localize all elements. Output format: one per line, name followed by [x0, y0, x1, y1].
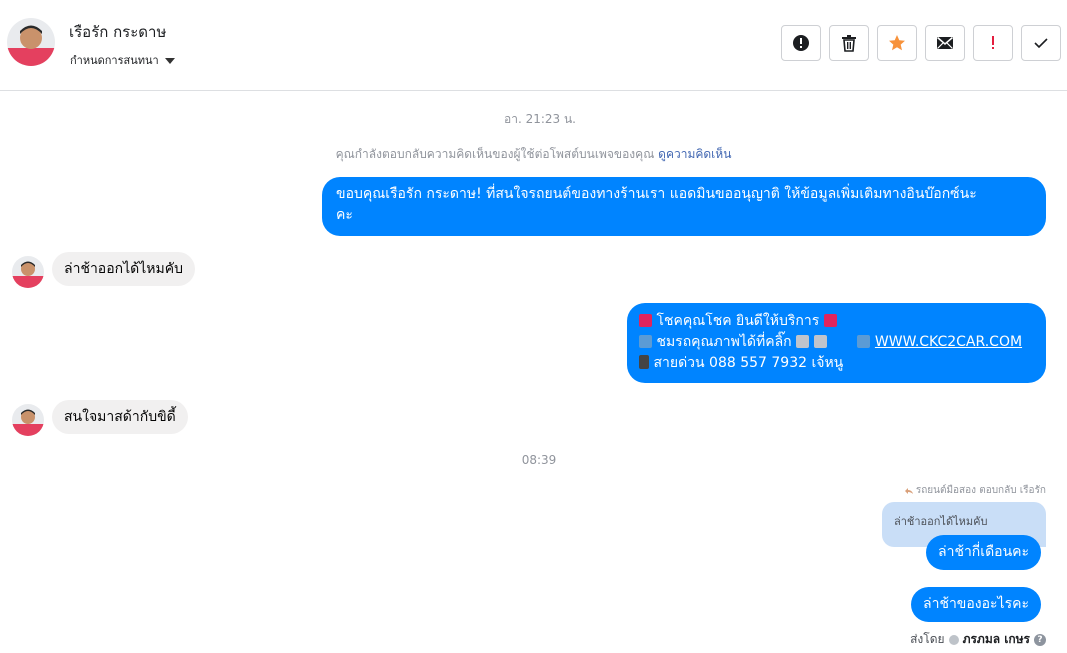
- message-bubble-outgoing[interactable]: ขอบคุณเรือรัก กระดาษ! ที่สนใจรถยนต์ของทา…: [322, 177, 1046, 236]
- message-bubble-incoming[interactable]: ล่าช้าออกได้ไหมคับ: [52, 252, 195, 286]
- message-bubble-incoming[interactable]: สนใจมาสด้ากับขิดี้: [52, 400, 188, 434]
- red-frame-emoji-icon: [823, 314, 837, 327]
- reply-arrow-icon: [904, 487, 913, 494]
- alert-circle-icon: [793, 35, 809, 51]
- message-text: สายด่วน 088 557 7932 เจ้หนู: [653, 355, 844, 371]
- down-arrow-emoji-icon: [813, 335, 827, 348]
- conversation-header: เรือรัก กระดาษ กำหนดการสนทนา: [0, 0, 1067, 91]
- envelope-icon: [937, 36, 953, 49]
- message-line: สายด่วน 088 557 7932 เจ้หนู: [639, 353, 1034, 374]
- reply-context-text: รถยนต์มือสอง ตอบกลับ เรือรัก: [915, 485, 1046, 496]
- sent-by-name: ภรภมล เกษร: [962, 632, 1030, 646]
- message-line: ชมรถคุณภาพได้ที่คลิ๊ก WWW.CKC2CAR.COM: [639, 332, 1034, 353]
- header-actions: [781, 25, 1061, 61]
- view-comment-link[interactable]: ดูความคิดเห็น: [658, 147, 731, 161]
- star-button[interactable]: [877, 25, 917, 61]
- contact-avatar-small[interactable]: [12, 256, 44, 288]
- message-bubble-outgoing[interactable]: ล่าช้ากี่เดือนคะ: [926, 535, 1042, 570]
- delete-button[interactable]: [829, 25, 869, 61]
- sent-by-info: ส่งโดย ภรภมล เกษร ?: [910, 630, 1046, 649]
- message-text: ล่าช้ากี่เดือนคะ: [938, 544, 1030, 560]
- star-icon: [889, 35, 905, 51]
- conversation-settings-dropdown[interactable]: กำหนดการสนทนา: [70, 51, 175, 69]
- conversation-settings-label: กำหนดการสนทนา: [70, 54, 159, 67]
- contact-avatar-small[interactable]: [12, 404, 44, 436]
- red-frame-emoji-icon: [639, 314, 652, 327]
- website-link[interactable]: WWW.CKC2CAR.COM: [875, 334, 1022, 350]
- message-bubble-outgoing[interactable]: โชคคุณโชค ยินดีให้บริการ ชมรถคุณภาพได้ที…: [627, 303, 1046, 383]
- contact-name[interactable]: เรือรัก กระดาษ: [69, 20, 166, 44]
- contact-avatar[interactable]: [7, 18, 55, 66]
- trash-icon: [842, 35, 856, 52]
- message-bubble-outgoing[interactable]: ล่าช้าของอะไรคะ: [911, 587, 1041, 622]
- message-text: ล่าช้าออกได้ไหมคับ: [64, 261, 183, 277]
- report-button[interactable]: [781, 25, 821, 61]
- mark-unread-button[interactable]: [925, 25, 965, 61]
- message-text: คะ: [336, 207, 353, 223]
- reply-context: รถยนต์มือสอง ตอบกลับ เรือรัก: [904, 483, 1046, 498]
- message-text: โชคคุณโชค ยินดีให้บริการ: [656, 313, 820, 329]
- check-icon: [1034, 38, 1048, 49]
- message-text: ขอบคุณเรือรัก กระดาษ! ที่สนใจรถยนต์ของทา…: [336, 186, 977, 202]
- phone-emoji-icon: [639, 355, 649, 369]
- notice-text: คุณกำลังตอบกลับความคิดเห็นของผู้ใช้ต่อโพ…: [335, 147, 655, 161]
- timestamp: อา. 21:23 น.: [504, 112, 576, 126]
- follow-up-button[interactable]: [973, 25, 1013, 61]
- quoted-text: ล่าช้าออกได้ไหมคับ: [894, 515, 988, 528]
- message-line: โชคคุณโชค ยินดีให้บริการ: [639, 311, 1034, 332]
- exclamation-icon: [992, 36, 994, 49]
- admin-status-icon: [948, 634, 959, 645]
- done-button[interactable]: [1021, 25, 1061, 61]
- down-arrow-emoji-icon: [796, 335, 810, 348]
- play-emoji-icon: [639, 335, 652, 348]
- play-emoji-icon: [857, 335, 871, 348]
- sent-by-label: ส่งโดย: [910, 632, 945, 646]
- message-text: ล่าช้าของอะไรคะ: [923, 596, 1029, 612]
- timestamp: 08:39: [521, 453, 557, 467]
- message-text: สนใจมาสด้ากับขิดี้: [64, 409, 176, 425]
- caret-down-icon: [164, 57, 175, 64]
- comment-reply-notice: คุณกำลังตอบกลับความคิดเห็นของผู้ใช้ต่อโพ…: [0, 145, 1067, 164]
- help-icon[interactable]: ?: [1034, 633, 1046, 646]
- message-text: ชมรถคุณภาพได้ที่คลิ๊ก: [656, 334, 792, 350]
